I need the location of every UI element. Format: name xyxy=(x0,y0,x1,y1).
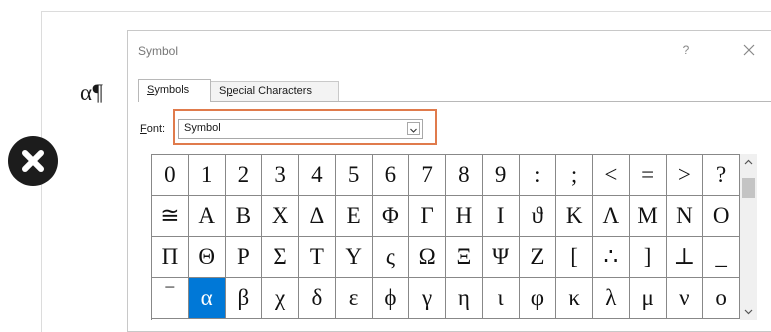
symbol-cell[interactable]: Θ xyxy=(188,237,226,278)
symbol-cell[interactable]: φ xyxy=(519,278,557,319)
symbol-cell[interactable]: Χ xyxy=(262,196,299,237)
symbol-cell[interactable]: Π xyxy=(152,237,189,278)
symbol-cell[interactable]: 0 xyxy=(152,155,189,196)
symbol-cell[interactable]: : xyxy=(519,155,557,196)
font-select-value: Symbol xyxy=(184,122,221,134)
symbol-cell[interactable]: Υ xyxy=(335,237,373,278)
symbol-cell[interactable]: ⊥ xyxy=(666,237,704,278)
symbol-cell[interactable]: _ xyxy=(703,237,740,278)
symbol-cell[interactable]: Ξ xyxy=(446,237,483,278)
symbol-cell[interactable]: ϕ xyxy=(372,278,410,319)
tab-symbols-label: ymbols xyxy=(154,84,190,96)
tab-divider xyxy=(138,101,771,102)
symbol-cell[interactable]: ] xyxy=(629,237,667,278)
chevron-down-icon[interactable] xyxy=(407,122,420,135)
symbol-cell[interactable]: Ο xyxy=(703,196,740,237)
symbol-scrollbar[interactable] xyxy=(740,154,757,320)
close-icon[interactable] xyxy=(740,41,758,59)
scroll-thumb[interactable] xyxy=(742,178,755,198)
symbol-cell[interactable]: δ xyxy=(299,278,336,319)
symbol-cell[interactable]: 4 xyxy=(299,155,336,196)
symbol-cell[interactable]: χ xyxy=(262,278,299,319)
symbol-cell[interactable]: κ xyxy=(556,278,593,319)
symbol-cell[interactable]: Ζ xyxy=(519,237,557,278)
symbol-cell[interactable]: Α xyxy=(188,196,226,237)
symbol-cell[interactable]: Γ xyxy=(409,196,446,237)
symbol-cell[interactable]: Ι xyxy=(482,196,520,237)
symbol-cell[interactable]: ∴ xyxy=(593,237,630,278)
symbol-cell[interactable]: Ρ xyxy=(225,237,263,278)
symbol-cell[interactable]: μ xyxy=(629,278,667,319)
scroll-up-icon[interactable] xyxy=(740,154,757,171)
symbol-cell[interactable]: η xyxy=(446,278,483,319)
symbol-cell[interactable]: Ω xyxy=(409,237,446,278)
symbol-cell[interactable]: Ν xyxy=(666,196,704,237)
symbol-cell[interactable]: ι xyxy=(482,278,520,319)
symbol-cell[interactable]: Δ xyxy=(299,196,336,237)
symbol-cell[interactable]: Β xyxy=(225,196,263,237)
symbol-cell[interactable]: 1 xyxy=(188,155,226,196)
font-label-rest: ont: xyxy=(146,123,166,135)
symbol-cell[interactable]: 7 xyxy=(409,155,446,196)
symbol-cell[interactable]: γ xyxy=(409,278,446,319)
symbol-cell[interactable]: 2 xyxy=(225,155,263,196)
dialog-title: Symbol xyxy=(138,44,179,58)
symbol-dialog: Symbol ? Symbols Special Characters Font… xyxy=(127,30,771,332)
symbol-cell[interactable]: ε xyxy=(335,278,373,319)
symbol-cell[interactable]: ; xyxy=(556,155,593,196)
symbol-cell[interactable]: 3 xyxy=(262,155,299,196)
symbol-cell[interactable]: Φ xyxy=(372,196,410,237)
symbol-cell[interactable]: Ψ xyxy=(482,237,520,278)
symbol-cell[interactable]: [ xyxy=(556,237,593,278)
symbol-cell[interactable]: Η xyxy=(446,196,483,237)
symbol-cell[interactable]: ο xyxy=(703,278,740,319)
tab-symbols[interactable]: Symbols xyxy=(138,79,211,102)
symbol-cell[interactable]: β xyxy=(225,278,263,319)
symbol-cell[interactable]: 5 xyxy=(335,155,373,196)
font-label-accel: F xyxy=(140,123,147,135)
symbol-cell[interactable]: λ xyxy=(593,278,630,319)
symbol-cell[interactable]: ? xyxy=(703,155,740,196)
symbol-cell[interactable]: ≅ xyxy=(152,196,189,237)
symbol-cell[interactable]: Κ xyxy=(556,196,593,237)
close-badge-icon[interactable] xyxy=(8,136,58,186)
font-label: Font: xyxy=(140,123,165,135)
symbol-cell[interactable]: Μ xyxy=(629,196,667,237)
symbol-cell[interactable]: 6 xyxy=(372,155,410,196)
symbol-cell[interactable]: 8 xyxy=(446,155,483,196)
tab-special-label: ecial Characters xyxy=(232,85,312,97)
symbol-cell[interactable]: Σ xyxy=(262,237,299,278)
symbol-cell[interactable]: > xyxy=(666,155,704,196)
symbol-cell[interactable]: Ε xyxy=(335,196,373,237)
symbol-cell[interactable]: = xyxy=(629,155,667,196)
symbol-cell[interactable]: Τ xyxy=(299,237,336,278)
tab-special-characters[interactable]: Special Characters xyxy=(211,81,339,102)
symbol-cell[interactable]: ς xyxy=(372,237,410,278)
symbol-cell[interactable]: Λ xyxy=(593,196,630,237)
symbol-cell[interactable]: 9 xyxy=(482,155,520,196)
font-select[interactable]: Symbol xyxy=(178,119,423,139)
symbol-grid: 0 1 2 3 4 5 6 7 8 9:; < = >? ≅ Α Β Χ Δ Ε Φ Γ Η Ιϑ Κ Λ Μ Ν Ο Π Θ Ρ Σ Τ Υς Ω… xyxy=(151,154,741,320)
symbol-cell[interactable]: ϑ xyxy=(519,196,557,237)
symbol-cell[interactable]: < xyxy=(593,155,630,196)
symbol-cell[interactable]: ‾ xyxy=(152,278,189,319)
document-text: α¶ xyxy=(80,80,104,105)
help-button[interactable]: ? xyxy=(679,42,693,58)
symbol-cell[interactable]: ν xyxy=(666,278,704,319)
scroll-down-icon[interactable] xyxy=(740,303,757,320)
symbol-cell[interactable]: α xyxy=(188,278,226,319)
